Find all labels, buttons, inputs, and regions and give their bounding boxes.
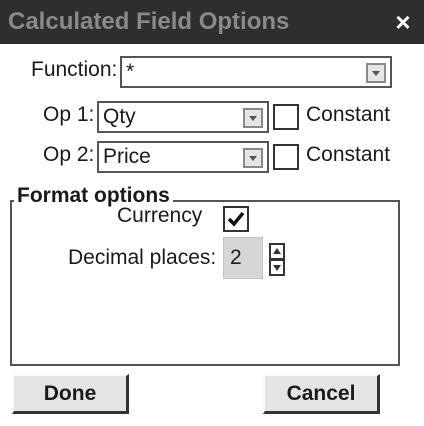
done-button[interactable]: Done <box>12 374 129 414</box>
chevron-down-icon[interactable] <box>243 148 263 168</box>
op1-constant-checkbox[interactable] <box>273 104 299 130</box>
op1-select[interactable]: Qty <box>97 101 269 133</box>
title-bar: Calculated Field Options × <box>0 0 424 44</box>
decimal-places-value: 2 <box>230 246 242 269</box>
currency-label: Currency <box>117 204 203 227</box>
chevron-down-icon[interactable] <box>366 63 386 83</box>
op2-label: Op 2: <box>43 143 95 166</box>
arrow-up-icon[interactable] <box>269 243 285 260</box>
op2-select-value: Price <box>103 145 151 168</box>
close-icon[interactable]: × <box>388 0 418 44</box>
op1-label: Op 1: <box>43 103 95 126</box>
op2-select[interactable]: Price <box>97 141 269 173</box>
decimal-places-label: Decimal places: <box>68 246 217 269</box>
format-options-group <box>10 200 400 366</box>
op2-constant-checkbox[interactable] <box>273 144 299 170</box>
checkmark-icon <box>227 211 245 227</box>
arrow-down-icon[interactable] <box>269 259 285 276</box>
decimal-places-input[interactable]: 2 <box>223 237 263 279</box>
cancel-button[interactable]: Cancel <box>263 374 380 414</box>
chevron-down-icon[interactable] <box>243 108 263 128</box>
function-select[interactable]: * <box>120 56 392 88</box>
dialog-title: Calculated Field Options <box>8 8 290 35</box>
op1-constant-label: Constant <box>306 103 391 126</box>
op2-constant-label: Constant <box>306 143 391 166</box>
function-label: Function: <box>31 58 118 81</box>
op1-select-value: Qty <box>103 105 136 128</box>
currency-checkbox[interactable] <box>223 206 249 232</box>
function-select-value: * <box>126 60 135 83</box>
